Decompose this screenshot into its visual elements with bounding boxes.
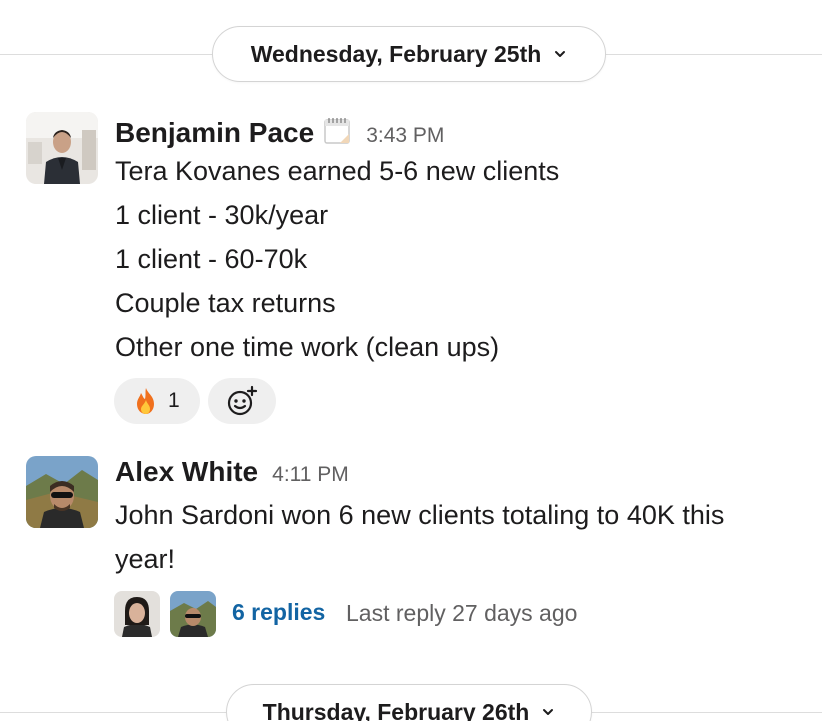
message-header: Alex White 4:11 PM (115, 456, 349, 488)
avatar[interactable] (26, 456, 98, 528)
message-text-line: John Sardoni won 6 new clients totaling … (115, 500, 725, 530)
calendar-icon[interactable] (322, 116, 352, 146)
reaction-pill[interactable]: 1 (114, 378, 200, 424)
avatar-photo (170, 591, 216, 637)
thread-participant-avatar[interactable] (114, 591, 160, 637)
avatar-photo (26, 112, 98, 184)
date-divider-button[interactable]: Wednesday, February 25th (212, 26, 606, 82)
chevron-down-icon (543, 709, 554, 715)
date-divider-label: Wednesday, February 25th (250, 40, 542, 67)
message-list: Wednesday, February 25th Benjamin Pace 3… (0, 0, 822, 721)
chevron-down-icon (555, 51, 566, 57)
author-name[interactable]: Alex White (115, 456, 258, 488)
avatar-photo (114, 591, 160, 637)
date-divider-button[interactable]: Thursday, February 26th (226, 684, 592, 721)
thread-last-reply: Last reply 27 days ago (346, 600, 578, 626)
message-timestamp[interactable]: 4:11 PM (272, 463, 349, 487)
message-text-line: Other one time work (clean ups) (115, 332, 500, 362)
thread-participant-avatar[interactable] (170, 591, 216, 637)
thread-replies-link[interactable]: 6 replies (232, 599, 325, 626)
add-reaction-button[interactable] (208, 378, 276, 424)
avatar[interactable] (26, 112, 98, 184)
fire-icon (137, 388, 154, 414)
add-reaction-icon (227, 385, 258, 416)
author-name[interactable]: Benjamin Pace (115, 117, 314, 149)
message-text-line: 1 client - 30k/year (115, 200, 329, 230)
message-header: Benjamin Pace 3:43 PM (115, 112, 444, 149)
message-text-line: 1 client - 60-70k (115, 244, 308, 274)
message-text-line: year! (115, 544, 176, 574)
message-text-line: Tera Kovanes earned 5-6 new clients (115, 156, 560, 186)
message-text-line: Couple tax returns (115, 288, 336, 318)
date-divider-label: Thursday, February 26th (262, 698, 530, 721)
message-timestamp[interactable]: 3:43 PM (366, 124, 444, 148)
avatar-photo (26, 456, 98, 528)
reaction-count: 1 (168, 389, 180, 412)
